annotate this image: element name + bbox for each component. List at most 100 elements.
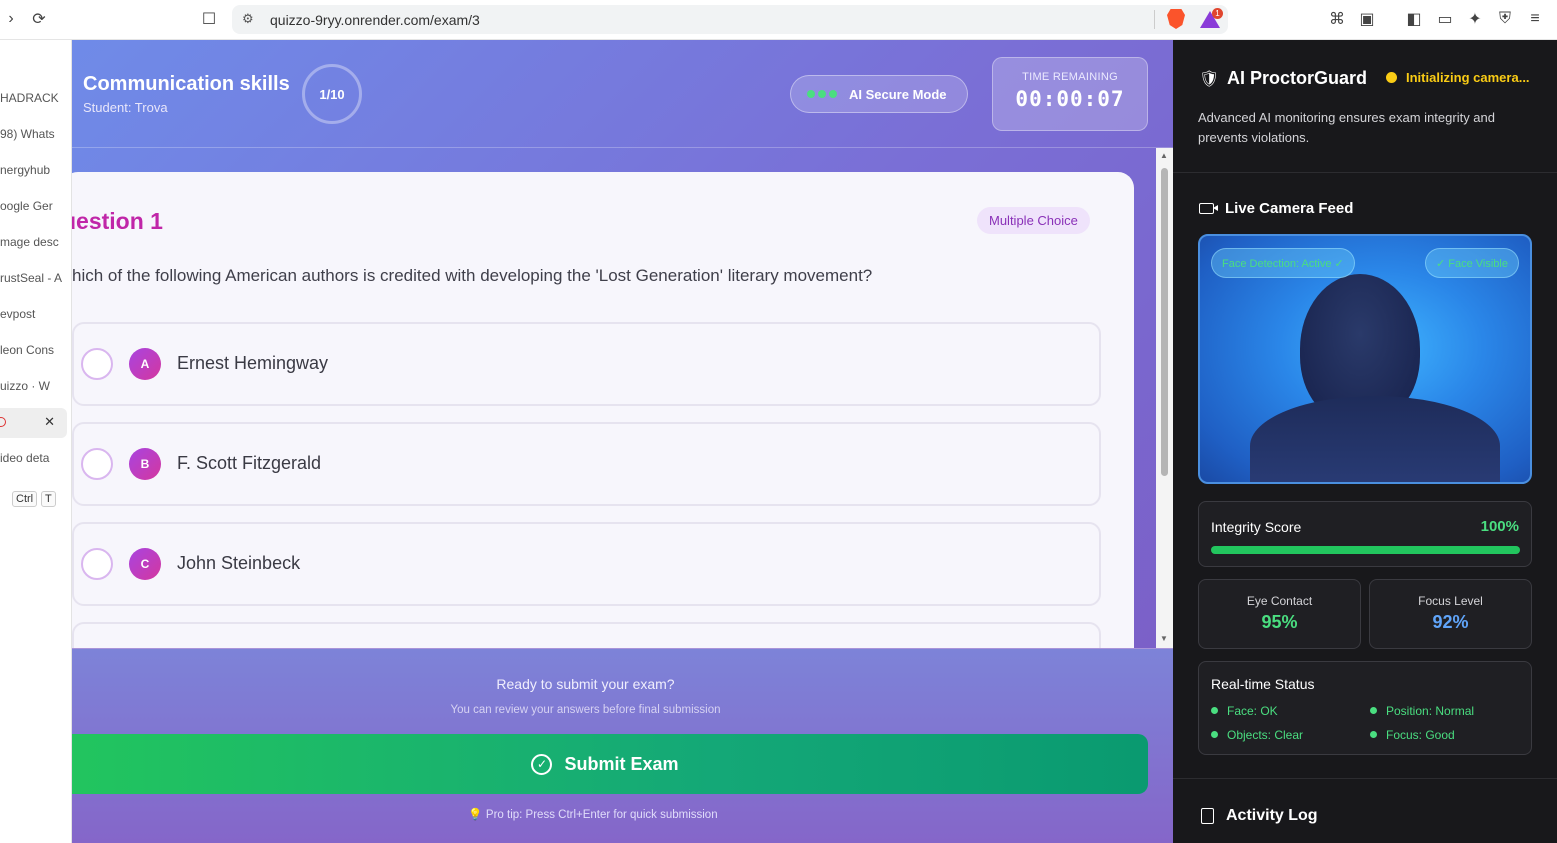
focus-level-value: 92% [1432, 612, 1469, 632]
option-text: F. Scott Fitzgerald [177, 453, 322, 473]
tab-item[interactable]: rustSeal - A [0, 264, 71, 292]
question-scrollbar[interactable]: ▲ ▼ [1156, 148, 1173, 648]
leo-ai-icon[interactable]: ✦ [1464, 8, 1486, 30]
eye-contact-card: Eye Contact 95% [1198, 579, 1361, 649]
shortcut-key-ctrl: Ctrl [12, 491, 38, 507]
timer-value: 00:00:07 [1015, 87, 1125, 111]
pro-tip-text: Pro tip: Press Ctrl+Enter for quick subm… [485, 809, 718, 821]
address-bar[interactable]: ⚙ quizzo-9ryy.onrender.com/exam/3 1 [232, 5, 1228, 34]
proctor-panel: 🛡 AI ProctorGuard Initializing camera...… [1173, 40, 1557, 843]
tab-item[interactable]: uizzo · W [0, 372, 71, 400]
tab-label: rustSeal - A [0, 271, 63, 285]
tab-favicon-icon [0, 417, 6, 427]
submit-button-label: Submit Exam [564, 753, 679, 774]
secure-mode-badge: AI Secure Mode [790, 75, 968, 113]
proctor-title: AI ProctorGuard [1227, 68, 1368, 88]
document-icon [1201, 808, 1214, 824]
tab-item[interactable]: nergyhub [0, 156, 71, 184]
close-tab-icon[interactable]: ✕ [44, 408, 55, 436]
option-c[interactable]: C John Steinbeck [72, 522, 1101, 606]
site-settings-icon[interactable]: ⚙ [242, 11, 254, 27]
camera-feed: Face Detection: Active ✓ ✓ Face Visible [1198, 234, 1532, 484]
integrity-card: Integrity Score 100% [1198, 501, 1532, 567]
status-face: Face: OK [1211, 704, 1278, 718]
tab-label: evpost [0, 307, 36, 321]
realtime-status-title: Real-time Status [1211, 676, 1315, 692]
video-camera-icon [1199, 203, 1218, 214]
menu-icon[interactable]: ≡ [1524, 8, 1546, 30]
tab-label: HADRACK [0, 91, 59, 105]
timer-label: TIME REMAINING [1022, 71, 1118, 83]
eye-contact-value: 95% [1261, 612, 1298, 632]
forward-icon[interactable]: › [0, 8, 22, 30]
option-radio[interactable] [81, 548, 113, 580]
option-a[interactable]: A Ernest Hemingway [72, 322, 1101, 406]
tab-item[interactable]: mage desc [0, 228, 71, 256]
url-separator [1154, 10, 1155, 29]
option-letter: C [129, 548, 161, 580]
proctor-status: Initializing camera... [1406, 70, 1530, 85]
question-progress: 1/10 [302, 64, 362, 124]
status-objects: Objects: Clear [1211, 728, 1303, 742]
url-text[interactable]: quizzo-9ryy.onrender.com/exam/3 [270, 12, 480, 28]
extensions-icon[interactable]: ⌘ [1326, 8, 1348, 30]
tab-label: leon Cons [0, 343, 55, 357]
vpn-shield-icon[interactable]: ⛨ [1494, 8, 1516, 30]
submit-subtitle: You can review your answers before final… [450, 704, 721, 716]
screenshot-icon[interactable]: ▣ [1356, 8, 1378, 30]
focus-level-label: Focus Level [1418, 594, 1483, 608]
tab-item[interactable]: HADRACK [0, 84, 71, 112]
browser-toolbar: › ⟳ ☐ ⚙ quizzo-9ryy.onrender.com/exam/3 … [0, 0, 1557, 40]
option-radio[interactable] [81, 348, 113, 380]
proctor-header: 🛡 AI ProctorGuard Initializing camera...… [1173, 40, 1557, 173]
rewards-badge: 1 [1212, 8, 1223, 19]
tab-item[interactable]: ideo deta [0, 444, 71, 472]
reload-icon[interactable]: ⟳ [28, 8, 50, 30]
question-type-badge: Multiple Choice [977, 207, 1090, 234]
tab-item[interactable]: leon Cons [0, 336, 71, 364]
robot-icon: 🛡 [1199, 71, 1220, 88]
tab-item[interactable]: oogle Ger [0, 192, 71, 220]
secure-mode-label: AI Secure Mode [849, 86, 947, 102]
tab-item-active[interactable]: ✕ [0, 408, 67, 438]
bookmark-icon[interactable]: ☐ [198, 8, 220, 30]
divider [1173, 778, 1557, 779]
wallet-icon[interactable]: ▭ [1434, 8, 1456, 30]
integrity-bar-fill [1211, 546, 1520, 554]
scroll-down-icon[interactable]: ▼ [1160, 634, 1168, 643]
tab-label: mage desc [0, 235, 59, 249]
secure-dots-icon [807, 90, 837, 98]
pro-tip: 💡 Pro tip: Press Ctrl+Enter for quick su… [72, 807, 1114, 821]
submit-exam-button[interactable]: ✓ Submit Exam [72, 734, 1148, 794]
scroll-thumb[interactable] [1161, 168, 1168, 476]
tab-item[interactable]: evpost [0, 300, 71, 328]
status-focus: Focus: Good [1370, 728, 1455, 742]
face-visible-tag: ✓ Face Visible [1425, 248, 1519, 278]
exam-header: Communication skills Student: Trova 1/10… [72, 40, 1173, 148]
realtime-status-card: Real-time Status Face: OK Position: Norm… [1198, 661, 1532, 755]
tab-label: 98) Whats [0, 127, 55, 141]
question-text: hich of the following American authors i… [72, 266, 873, 285]
option-text: John Steinbeck [177, 553, 301, 573]
proctor-description: Advanced AI monitoring ensures exam inte… [1198, 110, 1496, 145]
submit-section: Ready to submit your exam? You can revie… [72, 648, 1173, 843]
exam-main: Communication skills Student: Trova 1/10… [72, 40, 1173, 843]
integrity-bar [1211, 546, 1520, 554]
vertical-tabs-sidebar: HADRACK 98) Whats nergyhub oogle Ger mag… [0, 40, 72, 843]
tab-item[interactable]: 98) Whats [0, 120, 71, 148]
tab-label: nergyhub [0, 163, 51, 177]
shortcut-key-t: T [41, 491, 56, 507]
scroll-up-icon[interactable]: ▲ [1160, 151, 1168, 160]
status-position: Position: Normal [1370, 704, 1474, 718]
tab-label: uizzo · W [0, 379, 51, 393]
option-b[interactable]: B F. Scott Fitzgerald [72, 422, 1101, 506]
activity-log-title[interactable]: Activity Log [1226, 807, 1318, 825]
brave-shields-icon[interactable] [1167, 9, 1185, 29]
sidebar-toggle-icon[interactable]: ◧ [1403, 8, 1425, 30]
student-name: Student: Trova [83, 100, 168, 115]
integrity-value: 100% [1480, 518, 1519, 535]
option-text: Ernest Hemingway [177, 353, 329, 373]
option-radio[interactable] [81, 448, 113, 480]
tab-label: ideo deta [0, 451, 50, 465]
check-circle-icon: ✓ [531, 753, 553, 775]
